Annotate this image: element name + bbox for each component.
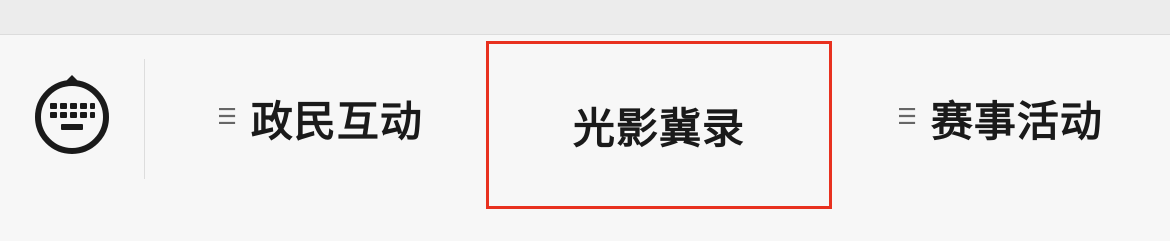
menu-item-label: 光影冀录	[572, 103, 745, 153]
menu-lines-icon: ☰	[897, 105, 917, 130]
menu-item-guangying-jilu[interactable]: 光影冀录	[486, 41, 832, 209]
menu-item-zhengmin-hudong[interactable]: ☰ 政民互动	[160, 35, 480, 201]
menu-item-label: 政民互动	[250, 96, 423, 146]
keyboard-toggle-button[interactable]	[30, 73, 114, 157]
menu-bar: ☰ 政民互动 光影冀录 ☰ 赛事活动	[0, 35, 1170, 241]
menu-item-label: 赛事活动	[930, 96, 1103, 146]
menu-lines-icon: ☰	[217, 105, 237, 130]
keyboard-icon	[35, 75, 109, 154]
top-strip	[0, 0, 1170, 35]
menu-item-saishi-huodong[interactable]: ☰ 赛事活动	[840, 35, 1160, 201]
divider	[144, 59, 145, 179]
